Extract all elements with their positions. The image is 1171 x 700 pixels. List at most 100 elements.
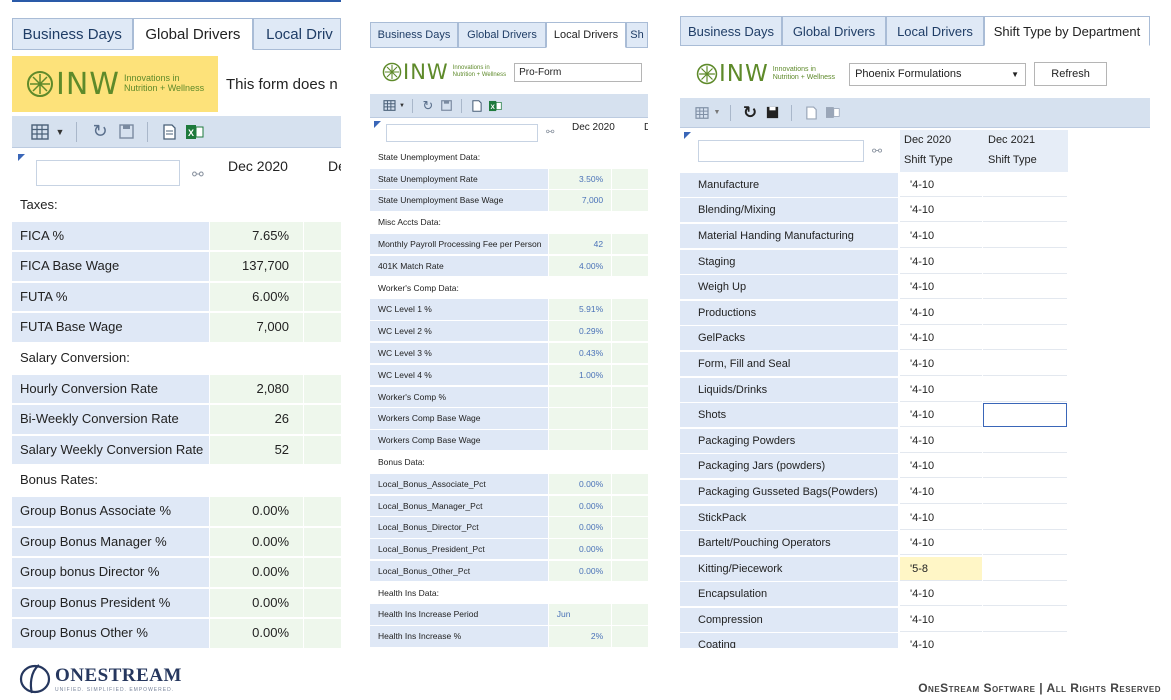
- tab-global-drivers[interactable]: Global Drivers: [782, 16, 886, 45]
- shift-type-cell-dec-2021[interactable]: [983, 326, 1067, 351]
- value-cell[interactable]: 0.00%: [549, 539, 612, 560]
- value-cell[interactable]: 7,000: [209, 313, 304, 342]
- shift-type-cell-dec-2020[interactable]: '4-10: [900, 249, 982, 274]
- tab-shift-type-by-department[interactable]: Shift Type by Department: [984, 16, 1150, 46]
- excel-export-icon[interactable]: X: [182, 124, 208, 140]
- row-filter-input[interactable]: [698, 140, 864, 162]
- value-cell[interactable]: Jun: [548, 604, 612, 625]
- value-cell[interactable]: 0.00%: [549, 473, 612, 494]
- value-cell[interactable]: 3.50%: [549, 168, 612, 189]
- shift-type-cell-dec-2020[interactable]: '4-10: [900, 505, 982, 530]
- next-column-cell[interactable]: [304, 435, 341, 465]
- value-cell[interactable]: 26: [209, 405, 304, 434]
- shift-type-cell-dec-2021[interactable]: [983, 531, 1067, 556]
- next-column-cell[interactable]: [304, 405, 341, 434]
- next-column-cell[interactable]: [612, 408, 648, 429]
- next-column-cell[interactable]: [304, 252, 341, 281]
- next-column-cell[interactable]: [612, 495, 648, 516]
- refresh-button[interactable]: Refresh: [1034, 62, 1108, 86]
- tab-shift-type[interactable]: Sh: [626, 22, 648, 47]
- save-icon[interactable]: [761, 106, 783, 119]
- value-cell[interactable]: 7,000: [549, 190, 612, 211]
- next-column-cell[interactable]: [612, 430, 648, 451]
- value-cell[interactable]: 2,080: [209, 374, 304, 404]
- next-column-cell[interactable]: [612, 299, 648, 320]
- next-column-cell[interactable]: [304, 374, 341, 404]
- next-column-cell[interactable]: [612, 233, 648, 255]
- value-cell[interactable]: 42: [549, 233, 612, 255]
- value-cell[interactable]: 0.43%: [549, 342, 612, 364]
- document-icon[interactable]: [156, 123, 182, 140]
- shift-type-cell-dec-2021[interactable]: [983, 223, 1067, 248]
- shift-type-cell-dec-2020[interactable]: '4-10: [900, 454, 982, 479]
- next-column-cell[interactable]: [612, 539, 648, 560]
- value-cell[interactable]: 0.00%: [209, 558, 304, 587]
- next-column-cell[interactable]: [612, 386, 648, 407]
- grid-layout-icon[interactable]: [26, 123, 54, 140]
- shift-type-cell-dec-2020[interactable]: '4-10: [900, 198, 982, 223]
- tab-business-days[interactable]: Business Days: [12, 18, 133, 49]
- value-cell[interactable]: 4.00%: [549, 255, 612, 277]
- value-cell[interactable]: 0.00%: [549, 517, 612, 538]
- shift-type-cell-dec-2021[interactable]: [983, 249, 1067, 274]
- shift-type-cell-dec-2020[interactable]: '4-10: [900, 607, 982, 632]
- next-column-cell[interactable]: [612, 560, 648, 582]
- shift-type-cell-dec-2020[interactable]: '4-10: [900, 172, 982, 197]
- shift-type-cell-dec-2021[interactable]: [983, 403, 1067, 428]
- shift-type-cell-dec-2020[interactable]: '4-10: [900, 403, 982, 428]
- next-column-cell[interactable]: [304, 282, 341, 312]
- dropdown-caret-icon[interactable]: ▼: [712, 109, 722, 116]
- value-cell[interactable]: 0.00%: [209, 588, 304, 618]
- next-column-cell[interactable]: [304, 588, 341, 618]
- tab-local-drivers[interactable]: Local Driv: [253, 18, 341, 49]
- shift-type-cell-dec-2020[interactable]: '4-10: [900, 377, 982, 402]
- grid-layout-icon[interactable]: [692, 106, 712, 119]
- next-column-cell[interactable]: [612, 517, 648, 538]
- next-column-cell[interactable]: [304, 619, 341, 648]
- value-cell[interactable]: 137,700: [209, 252, 304, 281]
- shift-type-cell-dec-2021[interactable]: [983, 582, 1067, 607]
- row-filter-input[interactable]: [386, 124, 538, 142]
- next-column-cell[interactable]: [304, 527, 341, 557]
- shift-type-cell-dec-2020[interactable]: '4-10: [900, 300, 982, 325]
- refresh-icon[interactable]: ↻: [739, 103, 761, 123]
- value-cell[interactable]: 52: [209, 435, 304, 465]
- entity-selector[interactable]: Phoenix Formulations ▼: [849, 62, 1027, 86]
- shift-type-cell-dec-2021[interactable]: [983, 556, 1067, 581]
- next-column-cell[interactable]: [612, 190, 648, 211]
- next-column-cell[interactable]: [612, 168, 648, 189]
- dropdown-caret-icon[interactable]: ▼: [398, 103, 406, 109]
- tab-business-days[interactable]: Business Days: [370, 22, 458, 47]
- save-icon[interactable]: [437, 100, 455, 111]
- value-cell[interactable]: 5.91%: [549, 299, 612, 320]
- shift-type-cell-dec-2020[interactable]: '5-8: [900, 556, 982, 581]
- shift-type-cell-dec-2020[interactable]: '4-10: [900, 351, 982, 376]
- value-cell[interactable]: 7.65%: [209, 221, 304, 251]
- shift-type-cell-dec-2021[interactable]: [983, 607, 1067, 632]
- shift-type-cell-dec-2021[interactable]: [983, 198, 1067, 223]
- refresh-icon[interactable]: ↻: [419, 98, 437, 114]
- tab-business-days[interactable]: Business Days: [680, 16, 782, 45]
- dropdown-caret-icon[interactable]: ▼: [54, 127, 66, 137]
- value-cell[interactable]: 2%: [549, 626, 612, 647]
- shift-type-cell-dec-2020[interactable]: '4-10: [900, 275, 982, 300]
- shift-type-cell-dec-2021[interactable]: [983, 479, 1067, 504]
- next-column-cell[interactable]: [612, 626, 648, 647]
- next-column-cell[interactable]: [304, 221, 341, 251]
- shift-type-cell-dec-2021[interactable]: [983, 454, 1067, 479]
- next-column-cell[interactable]: [612, 364, 648, 386]
- shift-type-cell-dec-2020[interactable]: '4-10: [900, 479, 982, 504]
- refresh-icon[interactable]: ↻: [87, 121, 113, 142]
- value-cell[interactable]: 0.00%: [209, 619, 304, 648]
- binoculars-icon[interactable]: ⚯: [872, 144, 882, 158]
- next-column-cell[interactable]: [612, 342, 648, 364]
- shift-type-cell-dec-2021[interactable]: [983, 351, 1067, 376]
- shift-type-cell-dec-2020[interactable]: '4-10: [900, 428, 982, 453]
- shift-type-cell-dec-2020[interactable]: '4-10: [900, 326, 982, 351]
- tab-global-drivers[interactable]: Global Drivers: [132, 18, 254, 50]
- next-column-cell[interactable]: [612, 255, 648, 277]
- next-column-cell[interactable]: [612, 321, 648, 342]
- excel-export-icon[interactable]: [822, 106, 844, 119]
- tab-global-drivers[interactable]: Global Drivers: [458, 22, 546, 47]
- shift-type-cell-dec-2021[interactable]: [983, 377, 1067, 402]
